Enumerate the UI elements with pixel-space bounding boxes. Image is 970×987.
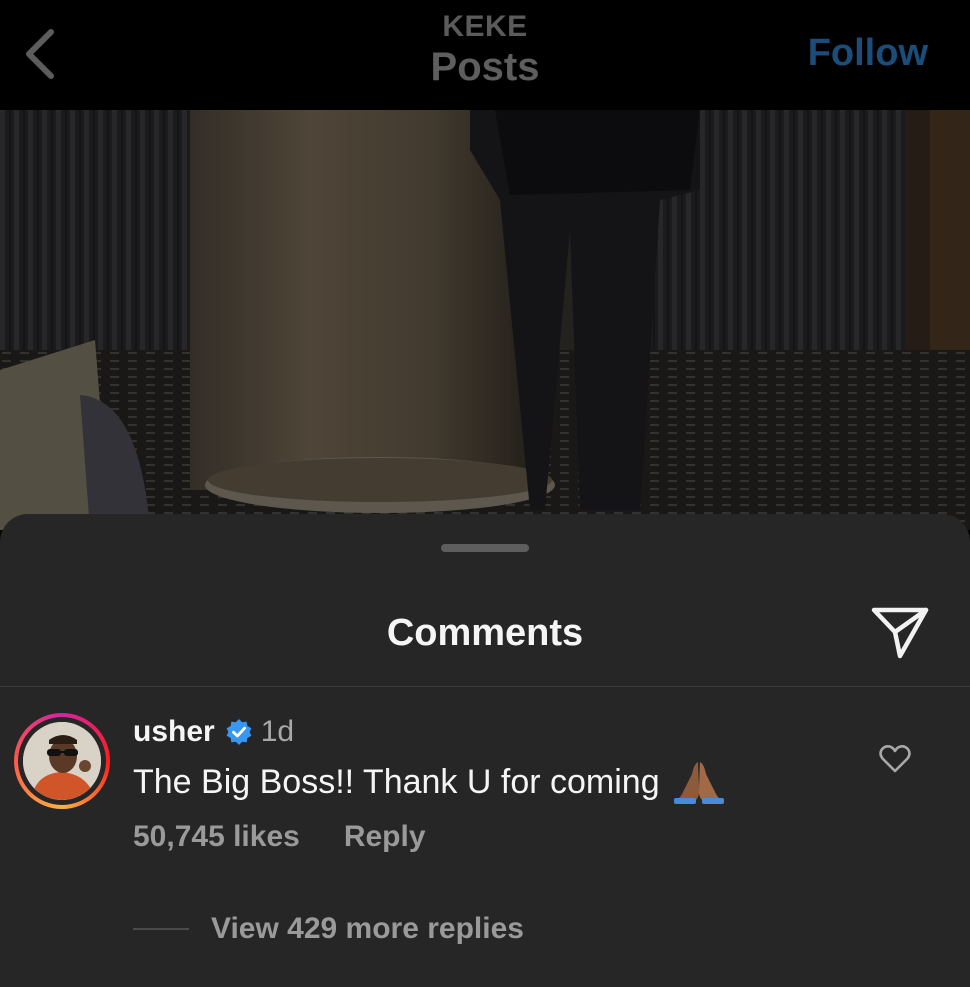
share-button[interactable] — [868, 602, 932, 662]
divider — [0, 686, 970, 687]
comment-meta: 50,745 likes Reply — [133, 820, 426, 854]
folded-hands-emoji-icon — [673, 762, 724, 804]
paper-plane-icon — [871, 607, 929, 659]
avatar-image — [23, 722, 101, 800]
verified-badge-icon — [226, 719, 252, 745]
comment-time: 1d — [260, 715, 295, 748]
sheet-grabber[interactable] — [441, 544, 529, 552]
top-bar: KEKE Posts Follow — [0, 0, 970, 110]
avatar[interactable] — [14, 713, 110, 809]
comments-title: Comments — [386, 612, 584, 654]
follow-button[interactable]: Follow — [808, 32, 928, 75]
likes-count[interactable]: 50,745 likes — [133, 820, 300, 854]
post-photo[interactable] — [0, 110, 970, 530]
comments-sheet: Comments usher 1d The Big Boss!! Thank U… — [0, 514, 970, 987]
post-image — [0, 110, 970, 530]
view-replies-button[interactable]: View 429 more replies — [133, 912, 524, 946]
heart-icon[interactable] — [878, 742, 912, 776]
screen: KEKE Posts Follow Comments usher 1d The … — [0, 0, 970, 987]
comment-username[interactable]: usher — [133, 715, 215, 749]
reply-button[interactable]: Reply — [344, 820, 426, 854]
comment-header: usher 1d — [133, 714, 294, 750]
comment-text: The Big Boss!! Thank U for coming — [133, 762, 660, 801]
comment-body: The Big Boss!! Thank U for coming — [133, 760, 728, 804]
replies-divider-line — [133, 928, 189, 930]
profile-photo — [23, 722, 101, 800]
view-replies-label: View 429 more replies — [211, 912, 524, 945]
